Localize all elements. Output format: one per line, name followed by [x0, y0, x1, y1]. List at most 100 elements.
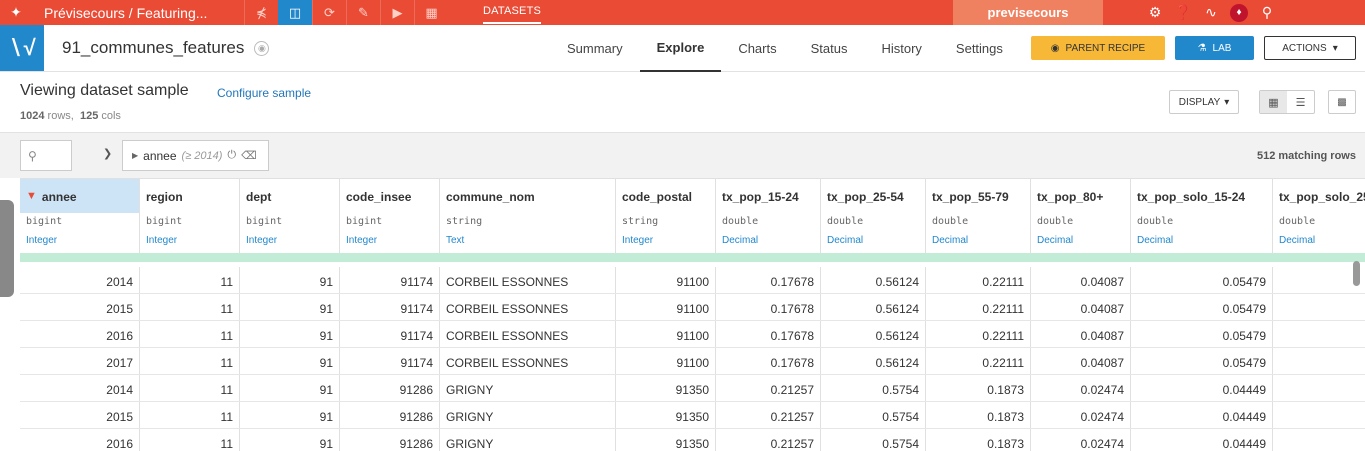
storage-type[interactable]: double: [716, 213, 821, 233]
recipes-icon[interactable]: ⟳: [312, 0, 346, 25]
tab-explore[interactable]: Explore: [639, 25, 722, 72]
storage-type[interactable]: bigint: [240, 213, 340, 233]
column-header[interactable]: tx_pop_solo_25: [1273, 178, 1365, 213]
column-header[interactable]: tx_pop_55-79: [926, 178, 1031, 213]
table-cell[interactable]: 0.05479: [1131, 267, 1273, 293]
table-cell[interactable]: 0.04449: [1131, 402, 1273, 428]
column-stats-icon[interactable]: ▩: [1328, 90, 1356, 114]
table-cell[interactable]: 0.04087: [1031, 348, 1131, 374]
display-dropdown[interactable]: DISPLAY ▾: [1169, 90, 1239, 114]
scrollbar[interactable]: [1353, 261, 1360, 286]
table-cell[interactable]: 0.1873: [926, 429, 1031, 451]
storage-type[interactable]: bigint: [20, 213, 140, 233]
table-cell[interactable]: 91: [240, 267, 340, 293]
column-meaning[interactable]: Decimal: [716, 233, 821, 253]
table-cell[interactable]: 0.05479: [1131, 321, 1273, 347]
user-menu[interactable]: previsecours: [953, 0, 1103, 25]
table-cell[interactable]: 2014: [20, 375, 140, 401]
table-cell[interactable]: 91100: [616, 321, 716, 347]
storage-type[interactable]: string: [616, 213, 716, 233]
column-header[interactable]: dept: [240, 178, 340, 213]
dataset-info-icon[interactable]: ◉: [254, 40, 270, 56]
table-cell[interactable]: 0.56124: [821, 348, 926, 374]
table-cell[interactable]: 91174: [340, 267, 440, 293]
table-cell[interactable]: 0.17678: [716, 348, 821, 374]
tab-status[interactable]: Status: [794, 25, 865, 72]
column-meaning[interactable]: Decimal: [926, 233, 1031, 253]
column-meaning[interactable]: Text: [440, 233, 616, 253]
column-meaning[interactable]: Integer: [616, 233, 716, 253]
column-meaning[interactable]: Integer: [240, 233, 340, 253]
table-cell[interactable]: 0.02474: [1031, 375, 1131, 401]
tab-history[interactable]: History: [864, 25, 938, 72]
table-cell[interactable]: 0.04087: [1031, 267, 1131, 293]
column-meaning[interactable]: Decimal: [1131, 233, 1273, 253]
table-cell[interactable]: 91: [240, 375, 340, 401]
table-cell[interactable]: 0.5754: [821, 429, 926, 451]
tab-charts[interactable]: Charts: [721, 25, 793, 72]
help-icon[interactable]: ❓: [1169, 0, 1197, 25]
gear-icon[interactable]: ⚙: [1141, 0, 1169, 25]
table-cell[interactable]: 0.1873: [926, 402, 1031, 428]
storage-type[interactable]: double: [1031, 213, 1131, 233]
table-cell[interactable]: 11: [140, 429, 240, 451]
table-cell[interactable]: 11: [140, 348, 240, 374]
column-meaning[interactable]: Decimal: [1031, 233, 1131, 253]
table-cell[interactable]: 91286: [340, 429, 440, 451]
column-header[interactable]: tx_pop_solo_15-24: [1131, 178, 1273, 213]
table-cell[interactable]: 91100: [616, 294, 716, 320]
table-cell[interactable]: [1273, 267, 1365, 293]
table-cell[interactable]: [1273, 402, 1365, 428]
datasets-icon[interactable]: ◫: [278, 0, 312, 25]
table-cell[interactable]: 11: [140, 321, 240, 347]
table-cell[interactable]: 2015: [20, 402, 140, 428]
dataiku-bird-icon[interactable]: ✦: [0, 0, 32, 25]
table-cell[interactable]: 0.05479: [1131, 348, 1273, 374]
activity-icon[interactable]: ∿: [1197, 0, 1225, 25]
chevron-down-icon[interactable]: ❯: [103, 147, 112, 160]
column-header[interactable]: commune_nom: [440, 178, 616, 213]
table-cell[interactable]: GRIGNY: [440, 402, 616, 428]
table-cell[interactable]: GRIGNY: [440, 375, 616, 401]
parent-recipe-button[interactable]: ◉ PARENT RECIPE: [1031, 36, 1165, 60]
table-cell[interactable]: 0.21257: [716, 375, 821, 401]
table-cell[interactable]: [1273, 294, 1365, 320]
table-cell[interactable]: 91286: [340, 375, 440, 401]
table-cell[interactable]: 0.56124: [821, 294, 926, 320]
table-cell[interactable]: 91: [240, 402, 340, 428]
power-icon[interactable]: ⏻: [227, 149, 236, 162]
configure-sample-link[interactable]: Configure sample: [217, 86, 311, 100]
notebooks-icon[interactable]: ✎: [346, 0, 380, 25]
lab-button[interactable]: ⚗ LAB: [1175, 36, 1254, 60]
table-cell[interactable]: 11: [140, 402, 240, 428]
table-cell[interactable]: 91174: [340, 321, 440, 347]
table-cell[interactable]: CORBEIL ESSONNES: [440, 294, 616, 320]
table-cell[interactable]: 2017: [20, 348, 140, 374]
table-view-icon[interactable]: ▦: [1260, 91, 1287, 113]
table-cell[interactable]: 0.5754: [821, 402, 926, 428]
notifications-button[interactable]: ♦: [1225, 0, 1253, 25]
table-cell[interactable]: CORBEIL ESSONNES: [440, 348, 616, 374]
table-cell[interactable]: 0.04087: [1031, 321, 1131, 347]
table-cell[interactable]: 0.17678: [716, 321, 821, 347]
table-cell[interactable]: 0.04449: [1131, 375, 1273, 401]
table-cell[interactable]: 91350: [616, 429, 716, 451]
table-cell[interactable]: 0.02474: [1031, 429, 1131, 451]
table-cell[interactable]: 2016: [20, 321, 140, 347]
storage-type[interactable]: double: [926, 213, 1031, 233]
table-cell[interactable]: 91100: [616, 348, 716, 374]
table-cell[interactable]: 91350: [616, 402, 716, 428]
actions-button[interactable]: ACTIONS ▾: [1264, 36, 1356, 60]
column-header[interactable]: tx_pop_25-54: [821, 178, 926, 213]
column-meaning[interactable]: Decimal: [1273, 233, 1365, 253]
table-cell[interactable]: 11: [140, 294, 240, 320]
storage-type[interactable]: string: [440, 213, 616, 233]
list-view-icon[interactable]: ☰: [1287, 91, 1314, 113]
column-meaning[interactable]: Integer: [340, 233, 440, 253]
table-cell[interactable]: [1273, 321, 1365, 347]
column-header[interactable]: code_postal: [616, 178, 716, 213]
table-cell[interactable]: 0.56124: [821, 321, 926, 347]
table-cell[interactable]: 0.04449: [1131, 429, 1273, 451]
table-cell[interactable]: 2014: [20, 267, 140, 293]
column-header[interactable]: ▼ annee: [20, 178, 140, 213]
